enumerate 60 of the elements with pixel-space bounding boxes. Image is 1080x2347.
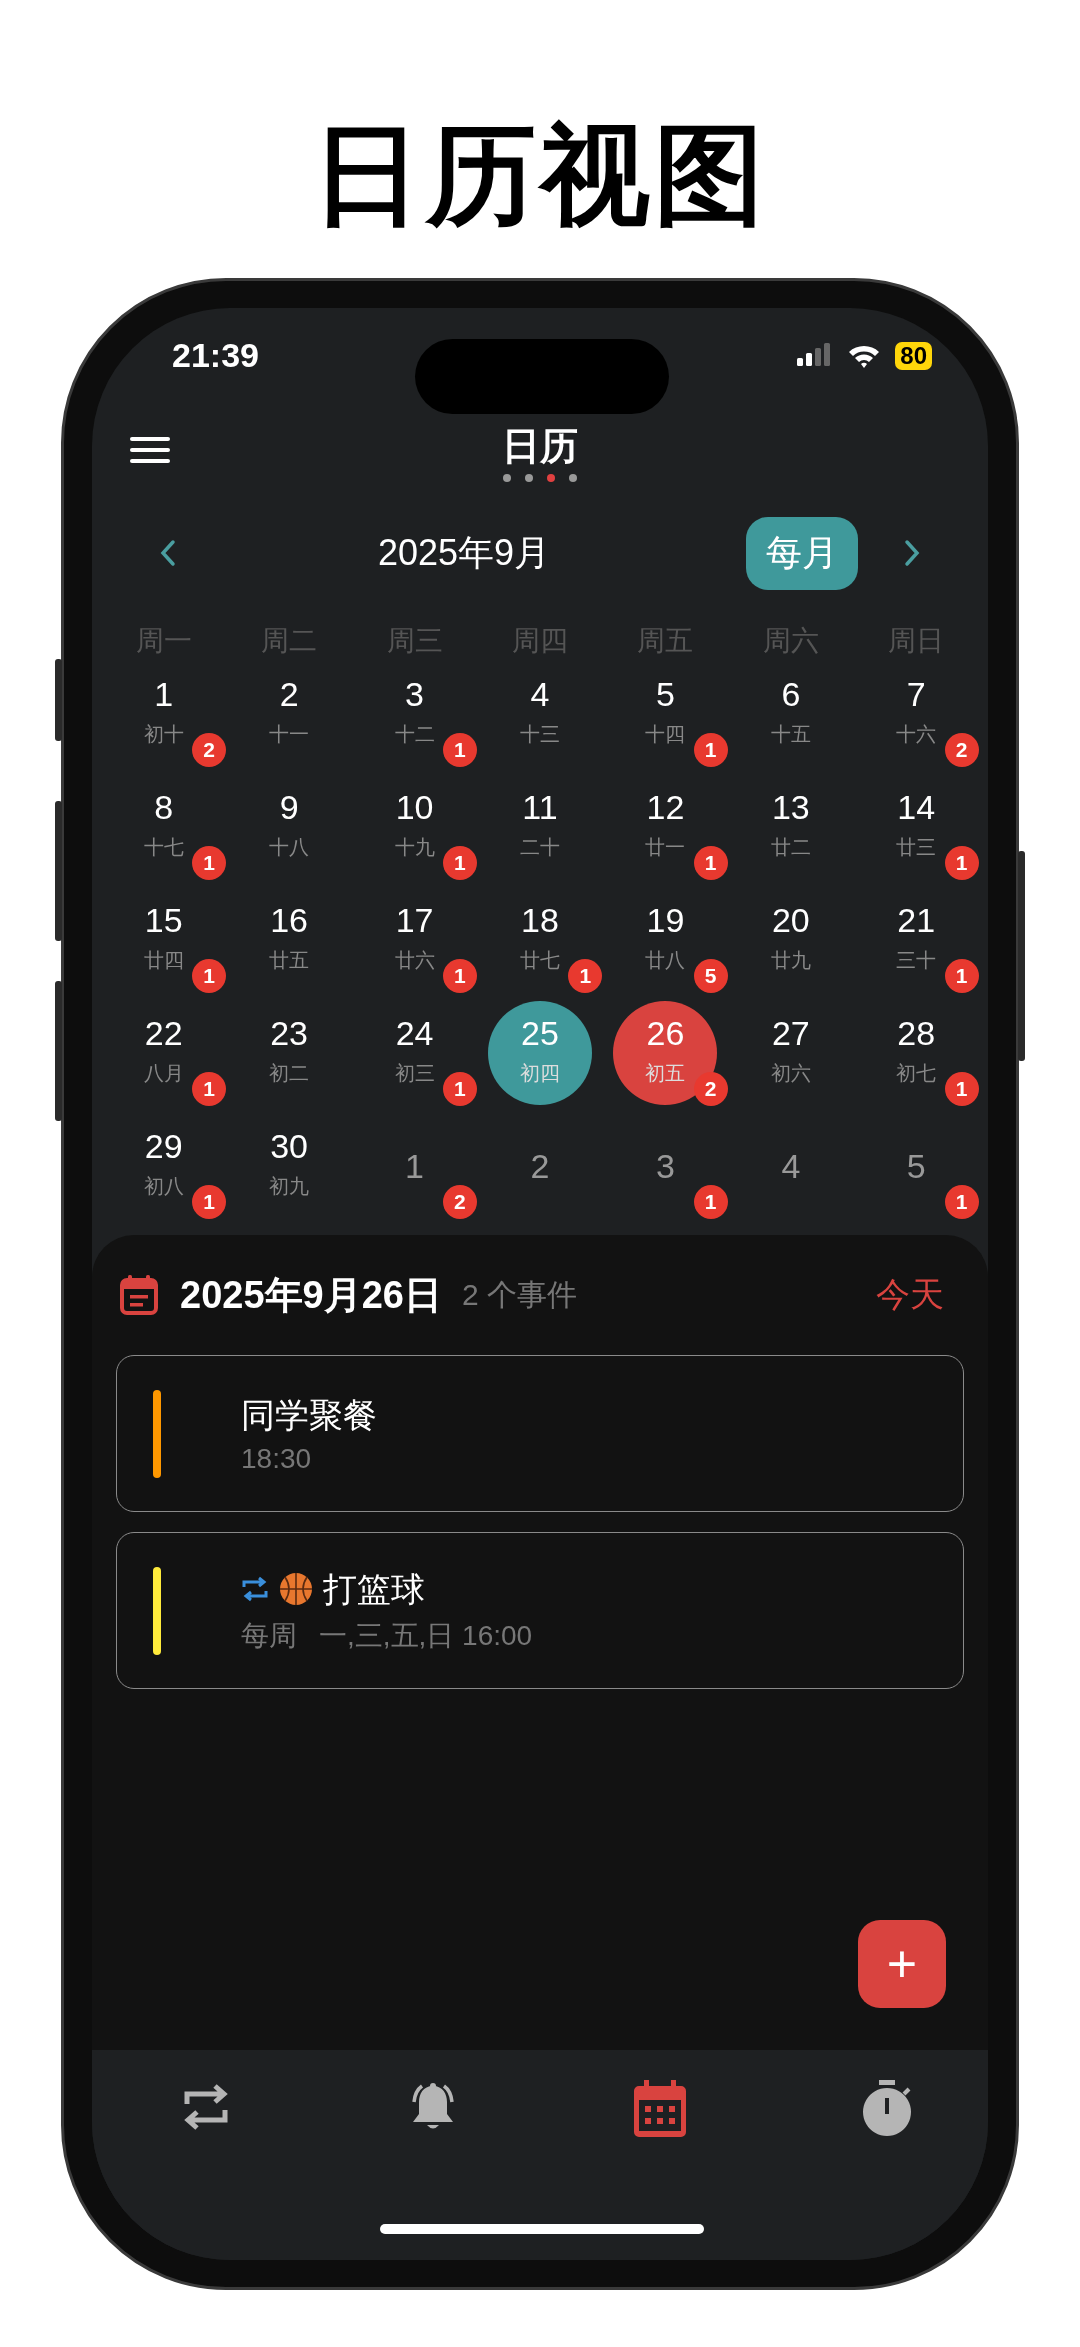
event-card[interactable]: 同学聚餐 18:30 xyxy=(116,1355,964,1512)
menu-icon[interactable] xyxy=(130,435,170,465)
event-count-badge: 1 xyxy=(442,1072,477,1106)
day-button[interactable]: 20 廿九 xyxy=(738,888,843,992)
day-button[interactable]: 2 xyxy=(488,1114,592,1218)
event-count-badge: 2 xyxy=(192,733,226,767)
day-button[interactable]: 23 初二 xyxy=(237,1001,342,1105)
basketball-icon xyxy=(279,1571,313,1606)
event-time: 一,三,五,日 16:00 xyxy=(319,1618,533,1653)
event-count-badge: 1 xyxy=(442,959,477,993)
day-button[interactable]: 27 初六 xyxy=(738,1001,843,1105)
event-count-badge: 1 xyxy=(693,846,728,880)
event-count-badge: 1 xyxy=(693,733,728,767)
event-count-badge: 1 xyxy=(192,1185,226,1219)
event-count-badge: 1 xyxy=(442,733,477,767)
event-card[interactable]: 打篮球 每周 一,三,五,日 16:00 xyxy=(116,1532,964,1689)
event-title: 同学聚餐 xyxy=(241,1394,377,1436)
page-dot[interactable] xyxy=(525,474,533,482)
event-count-badge: 1 xyxy=(944,1072,979,1106)
screen-title: 日历 xyxy=(502,424,578,468)
day-button[interactable]: 4 十三 xyxy=(488,662,592,766)
event-count-badge: 1 xyxy=(192,1072,226,1106)
event-count-badge: 1 xyxy=(192,959,226,993)
event-count-badge: 1 xyxy=(568,959,603,993)
status-time: 21:39 xyxy=(172,336,259,375)
calendar-icon xyxy=(120,1275,158,1315)
event-count-badge: 2 xyxy=(944,733,979,767)
day-button[interactable]: 6 十五 xyxy=(738,662,843,766)
repeat-label: 每周 xyxy=(241,1618,297,1653)
today-button[interactable]: 今天 xyxy=(876,1272,944,1318)
day-button[interactable]: 16 廿五 xyxy=(237,888,342,992)
day-button[interactable]: 4 xyxy=(738,1114,843,1218)
event-time: 18:30 xyxy=(241,1442,312,1475)
page-title: 日历视图 xyxy=(312,112,768,238)
event-title: 打篮球 xyxy=(323,1568,425,1610)
day-button[interactable]: 13 廿二 xyxy=(738,775,843,879)
event-count-badge: 1 xyxy=(944,1185,979,1219)
calendar-tab-icon[interactable] xyxy=(632,2080,687,2138)
selected-date: 2025年9月26日 xyxy=(180,1272,442,1318)
month-label: 2025年9月 xyxy=(378,530,552,575)
event-count-badge: 1 xyxy=(944,846,979,880)
day-button[interactable]: 30 初九 xyxy=(237,1114,342,1218)
day-button[interactable]: 11 二十 xyxy=(488,775,592,879)
day-button[interactable]: 9 十八 xyxy=(237,775,342,879)
event-count-badge: 2 xyxy=(442,1185,477,1219)
page-dot[interactable] xyxy=(547,474,555,482)
next-month-icon[interactable] xyxy=(902,538,922,568)
add-button[interactable]: + xyxy=(858,1920,946,2008)
battery-indicator: 80 xyxy=(895,341,932,370)
event-count-badge: 1 xyxy=(944,959,979,993)
page-dot[interactable] xyxy=(569,474,577,482)
day-button[interactable]: 2 十一 xyxy=(237,662,342,766)
event-count-badge: 5 xyxy=(693,959,728,993)
previous-month-icon[interactable] xyxy=(158,538,178,568)
event-count-badge: 2 xyxy=(693,1072,728,1106)
event-count-badge: 1 xyxy=(192,846,226,880)
event-count-badge: 1 xyxy=(442,846,477,880)
page-dot[interactable] xyxy=(503,474,511,482)
event-count: 2 个事件 xyxy=(461,1276,578,1313)
event-count-badge: 1 xyxy=(693,1185,728,1219)
